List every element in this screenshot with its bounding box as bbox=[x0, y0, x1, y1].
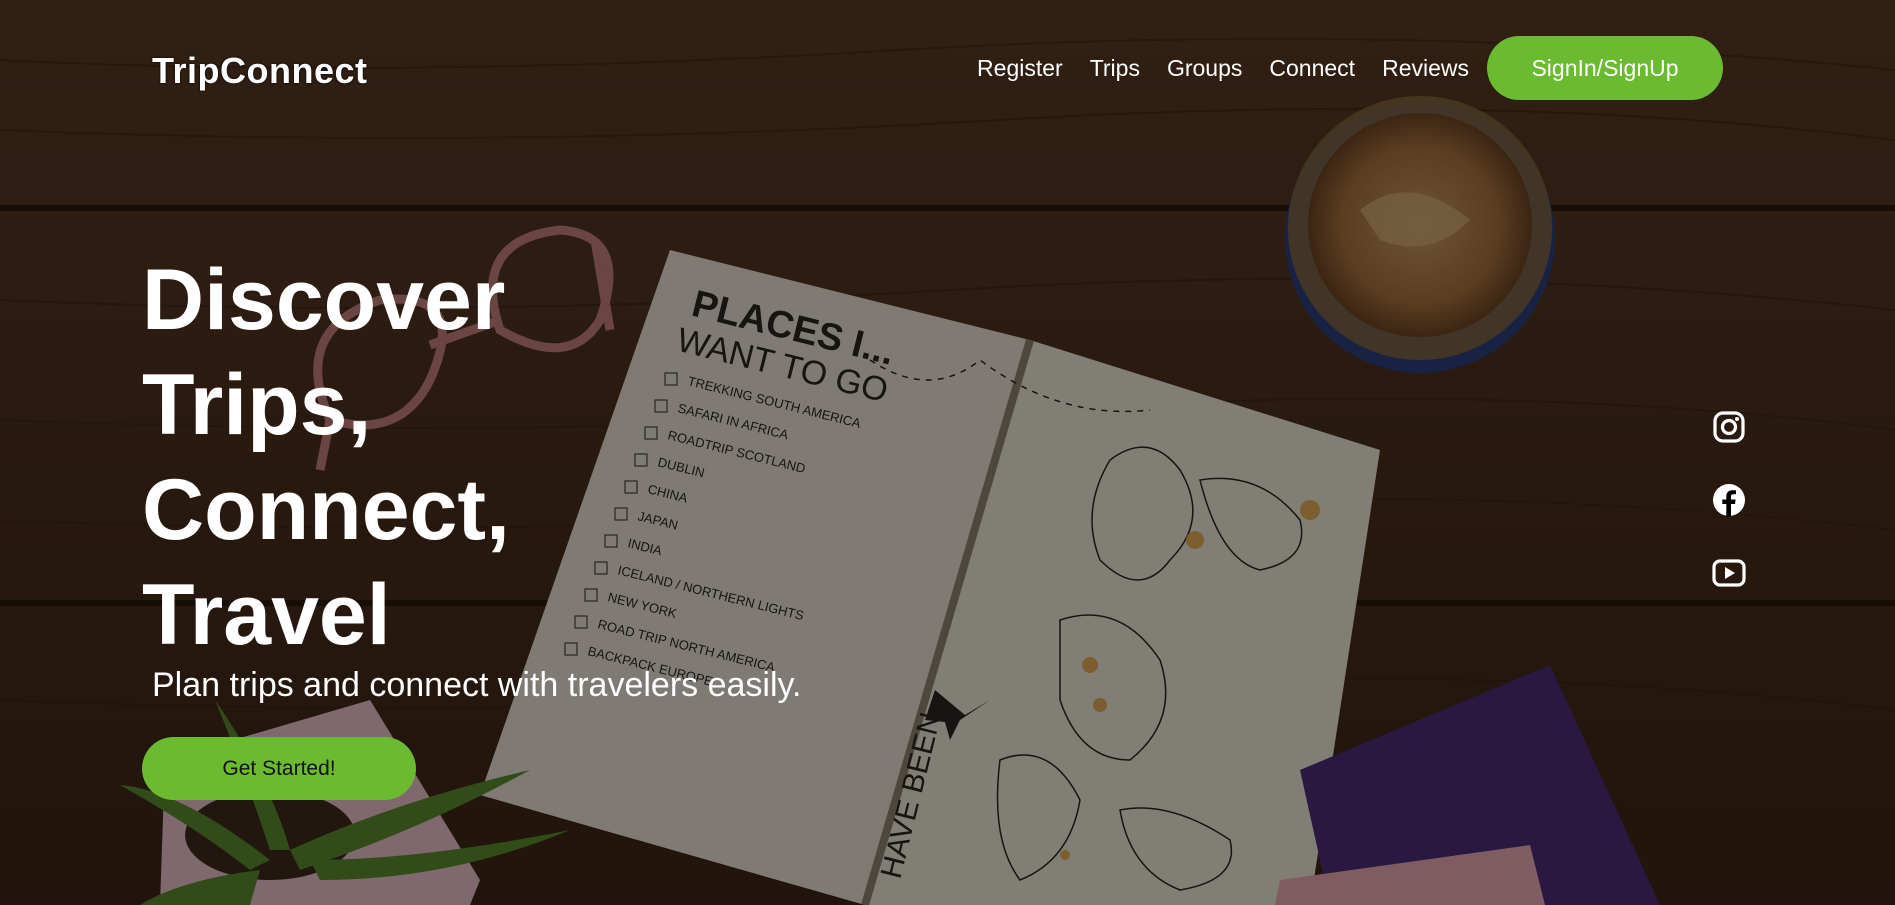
nav-trips[interactable]: Trips bbox=[1090, 55, 1140, 82]
nav-reviews[interactable]: Reviews bbox=[1382, 55, 1469, 82]
hero-title-line: Discover bbox=[142, 252, 506, 348]
signin-signup-button[interactable]: SignIn/SignUp bbox=[1487, 36, 1723, 100]
facebook-icon[interactable] bbox=[1712, 483, 1746, 517]
instagram-icon[interactable] bbox=[1712, 410, 1746, 444]
hero-title-line: Travel bbox=[142, 567, 391, 663]
nav-connect[interactable]: Connect bbox=[1269, 55, 1355, 82]
nav-groups[interactable]: Groups bbox=[1167, 55, 1242, 82]
hero-title-line: Connect, bbox=[142, 462, 510, 558]
youtube-icon[interactable] bbox=[1712, 556, 1746, 590]
main-nav: Register Trips Groups Connect Reviews Si… bbox=[977, 36, 1723, 100]
social-links bbox=[1712, 410, 1746, 629]
brand-logo[interactable]: TripConnect bbox=[152, 50, 368, 92]
hero-subtitle: Plan trips and connect with travelers ea… bbox=[152, 666, 802, 704]
get-started-button[interactable]: Get Started! bbox=[142, 737, 416, 800]
nav-register[interactable]: Register bbox=[977, 55, 1063, 82]
hero-title-line: Trips, bbox=[142, 357, 372, 453]
hero-title: Discover Trips, Connect, Travel bbox=[142, 248, 510, 668]
